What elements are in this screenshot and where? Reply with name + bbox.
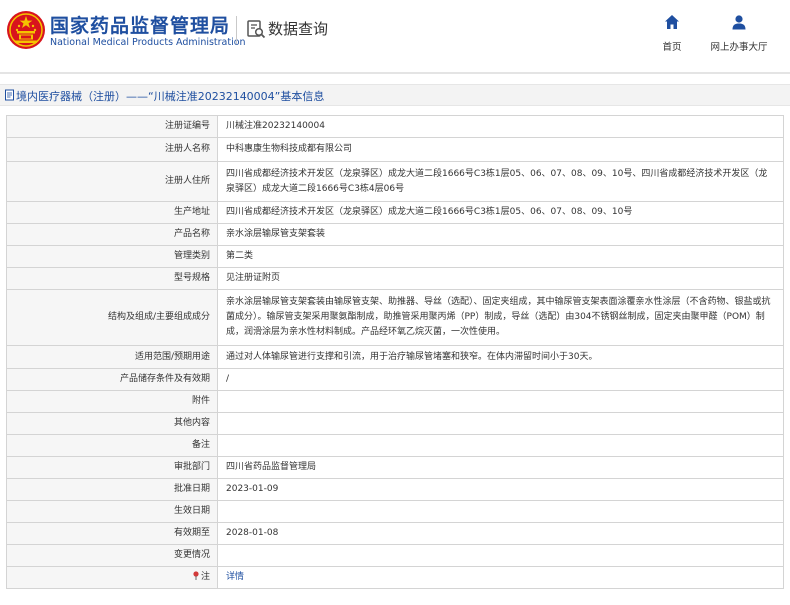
field-label: 生产地址 [6,201,218,224]
field-label: 附件 [6,390,218,413]
field-value: 亲水涂层输尿管支架套装由输尿管支架、助推器、导丝（选配）、固定夹组成，其中输尿管… [217,289,784,346]
field-label: 有效期至 [6,522,218,545]
table-row: 型号规格 见注册证附页 [6,267,784,290]
table-row: 管理类别 第二类 [6,245,784,268]
field-value [217,544,784,567]
field-label: 产品名称 [6,223,218,246]
table-row: 产品储存条件及有效期 / [6,368,784,391]
home-icon [665,15,679,29]
field-value: 通过对人体输尿管进行支撑和引流，用于治疗输尿管堵塞和狭窄。在体内滞留时间小于30… [217,345,784,369]
data-query-icon [247,20,266,39]
field-value: 2023-01-09 [217,478,784,501]
table-row: 生产地址 四川省成都经济技术开发区（龙泉驿区）成龙大道二段1666号C3栋1层0… [6,201,784,224]
field-value: 川械注准20232140004 [217,115,784,138]
field-label: 变更情况 [6,544,218,567]
field-value [217,390,784,413]
field-value [217,412,784,435]
page-title-bar: 境内医疗器械（注册）——“川械注准20232140004”基本信息 [0,84,790,106]
document-icon [5,89,14,101]
table-row: 生效日期 [6,500,784,523]
nav-home-link[interactable]: 首页 [656,14,688,54]
field-label: 注册人住所 [6,161,218,202]
field-value: 四川省药品监督管理局 [217,456,784,479]
table-row: 注册人住所 四川省成都经济技术开发区（龙泉驿区）成龙大道二段1666号C3栋1层… [6,161,784,202]
field-label: 管理类别 [6,245,218,268]
note-label-text: 注 [200,572,210,582]
field-value: 亲水涂层输尿管支架套装 [217,223,784,246]
field-label: 结构及组成/主要组成成分 [6,289,218,346]
table-row: 有效期至 2028-01-08 [6,522,784,545]
field-value [217,500,784,523]
details-link[interactable]: 详情 [226,572,244,582]
field-label: 适用范围/预期用途 [6,345,218,369]
table-row: 注册证编号 川械注准20232140004 [6,115,784,138]
field-value: 四川省成都经济技术开发区（龙泉驿区）成龙大道二段1666号C3栋1层05、06、… [217,201,784,224]
field-label: 生效日期 [6,500,218,523]
nav-service-hall-label: 网上办事大厅 [710,42,768,53]
field-label: 产品储存条件及有效期 [6,368,218,391]
field-label: 注册证编号 [6,115,218,138]
brand-title: 国家药品监督管理局 [50,15,231,37]
field-label: 批准日期 [6,478,218,501]
field-value: 第二类 [217,245,784,268]
table-row: 注 详情 [6,566,784,589]
page-title: 境内医疗器械（注册）——“川械注准20232140004”基本信息 [16,90,325,103]
nav-service-hall-link[interactable]: 网上办事大厅 [706,14,772,54]
table-row: 变更情况 [6,544,784,567]
field-value: 2028-01-08 [217,522,784,545]
header-divider [0,72,790,74]
brand-subtitle: National Medical Products Administration [50,37,246,48]
field-label: 其他内容 [6,412,218,435]
table-row: 结构及组成/主要组成成分 亲水涂层输尿管支架套装由输尿管支架、助推器、导丝（选配… [6,289,784,346]
field-value: / [217,368,784,391]
national-emblem-icon [7,11,45,49]
field-value: 见注册证附页 [217,267,784,290]
table-row: 备注 [6,434,784,457]
table-row: 批准日期 2023-01-09 [6,478,784,501]
field-label: 注册人名称 [6,137,218,162]
table-row: 产品名称 亲水涂层输尿管支架套装 [6,223,784,246]
field-label: 型号规格 [6,267,218,290]
header-separator [236,16,237,44]
table-row: 附件 [6,390,784,413]
table-row: 审批部门 四川省药品监督管理局 [6,456,784,479]
field-value: 中科惠康生物科技成都有限公司 [217,137,784,162]
table-row: 注册人名称 中科惠康生物科技成都有限公司 [6,137,784,162]
table-row: 其他内容 [6,412,784,435]
field-label-note: 注 [6,566,218,589]
field-value [217,434,784,457]
field-value: 详情 [217,566,784,589]
nav-home-label: 首页 [662,42,682,53]
field-label: 审批部门 [6,456,218,479]
table-row: 适用范围/预期用途 通过对人体输尿管进行支撑和引流，用于治疗输尿管堵塞和狭窄。在… [6,345,784,369]
registration-info-table: 注册证编号 川械注准20232140004 注册人名称 中科惠康生物科技成都有限… [6,115,784,589]
field-label: 备注 [6,434,218,457]
user-icon [732,15,746,30]
section-title: 数据查询 [268,20,329,38]
site-header: 国家药品监督管理局 National Medical Products Admi… [0,0,790,62]
field-value: 四川省成都经济技术开发区（龙泉驿区）成龙大道二段1666号C3栋1层05、06、… [217,161,784,202]
pin-icon [193,571,199,580]
